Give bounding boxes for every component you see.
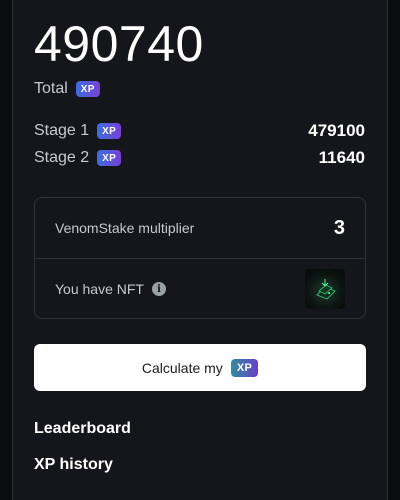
nft-thumbnail[interactable] (305, 269, 345, 309)
calculate-label: Calculate my (141, 359, 223, 376)
total-label-row: Total XP (34, 80, 100, 98)
xp-history-link[interactable]: XP history (34, 456, 113, 474)
total-label: Total (34, 80, 68, 97)
xp-badge: XP (230, 358, 259, 377)
stage-label: Stage 1 (34, 122, 90, 139)
nft-row: You have NFT i (35, 259, 365, 319)
total-xp-value: 490740 (34, 16, 204, 72)
stage-row: Stage 2 XP 11640 (34, 148, 365, 168)
stage-value: 11640 (318, 148, 365, 167)
stage-value: 479100 (308, 121, 365, 140)
multiplier-value: 3 (333, 216, 345, 239)
xp-panel: 490740 Total XP Stage 1 XP 479100 Stage … (12, 0, 388, 500)
xp-badge: XP (75, 81, 100, 97)
leaderboard-link[interactable]: Leaderboard (34, 420, 131, 438)
bonus-card: VenomStake multiplier 3 You have NFT i (34, 197, 366, 319)
xp-badge: XP (97, 150, 122, 166)
multiplier-label: VenomStake multiplier (55, 220, 195, 236)
nft-art-icon (316, 279, 336, 300)
multiplier-row: VenomStake multiplier 3 (35, 198, 365, 259)
stage-row: Stage 1 XP 479100 (34, 121, 365, 141)
stage-label: Stage 2 (34, 149, 90, 166)
info-icon[interactable]: i (151, 282, 166, 296)
xp-badge: XP (97, 123, 122, 139)
nft-label: You have NFT (55, 281, 144, 297)
calculate-xp-button[interactable]: Calculate my XP (34, 344, 366, 391)
nft-label-group: You have NFT i (55, 281, 166, 297)
